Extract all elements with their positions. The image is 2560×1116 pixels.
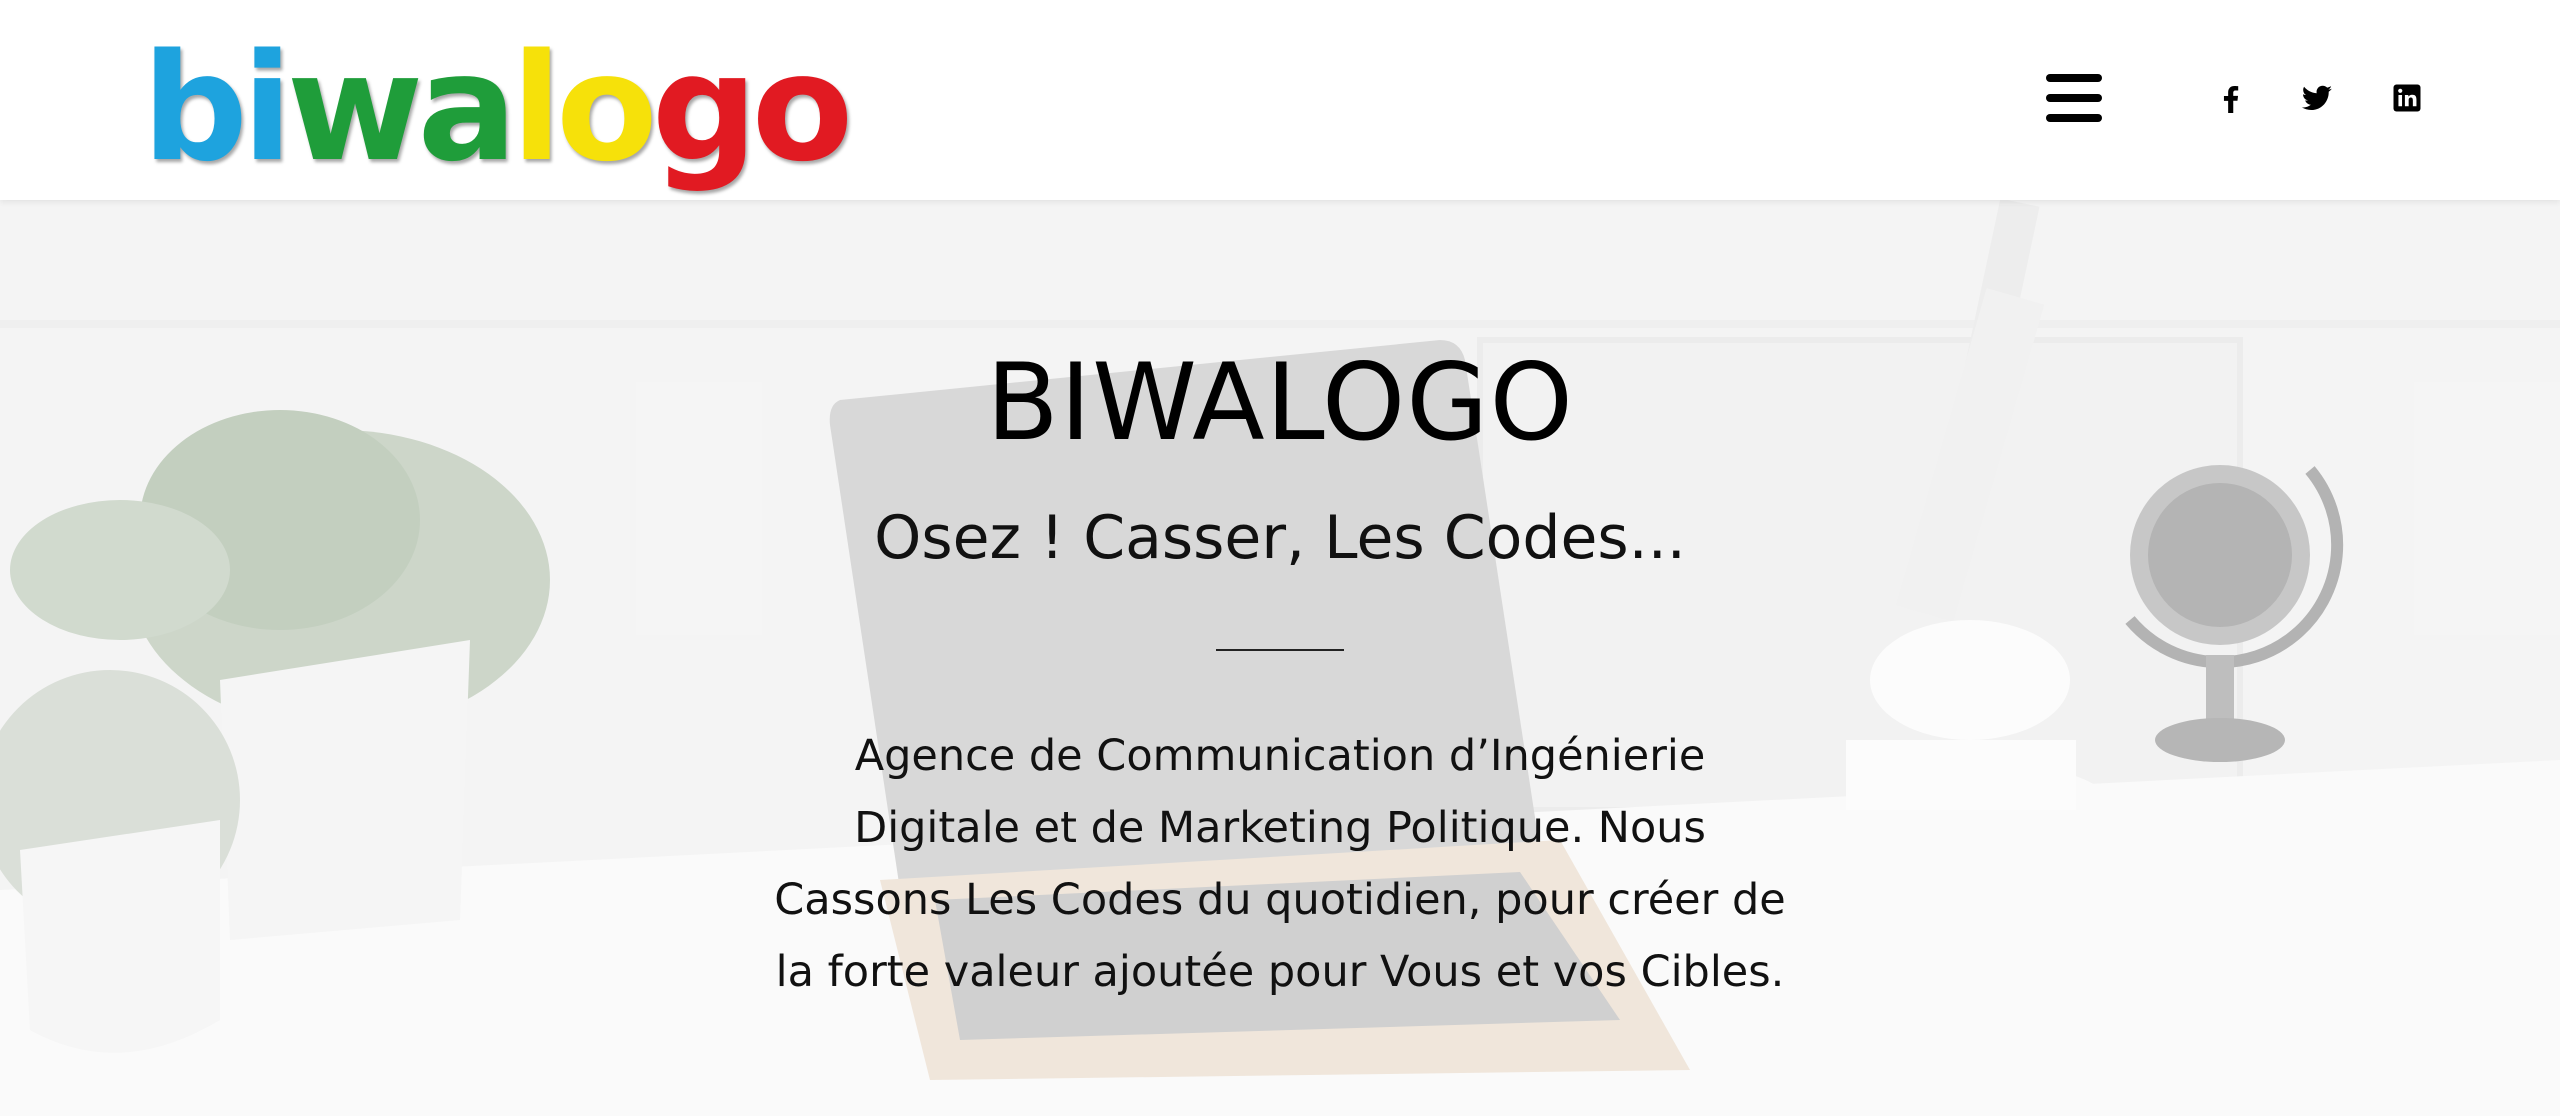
logo-letter: a bbox=[417, 22, 517, 194]
hero-title: BIWALOGO bbox=[986, 341, 1574, 464]
logo-letter: w bbox=[286, 22, 424, 194]
logo-letter: b bbox=[142, 22, 248, 194]
hero-description: Agence de Communication d’Ingénierie Dig… bbox=[774, 731, 1786, 997]
facebook-icon[interactable] bbox=[2213, 80, 2249, 116]
site-logo[interactable]: b i w a l o g o bbox=[142, 22, 854, 194]
hero-divider bbox=[1216, 649, 1344, 651]
hamburger-menu-icon[interactable] bbox=[2046, 70, 2102, 126]
logo-letter: l bbox=[511, 22, 562, 194]
twitter-icon[interactable] bbox=[2299, 80, 2335, 116]
logo-letter: o bbox=[556, 22, 658, 194]
logo-letter: i bbox=[241, 22, 293, 194]
hero-content: BIWALOGO Osez ! Casser, Les Codes... Age… bbox=[0, 200, 2560, 1116]
logo-letter: g bbox=[651, 22, 758, 194]
linkedin-icon[interactable] bbox=[2389, 80, 2425, 116]
menu-bar bbox=[2046, 74, 2102, 82]
menu-bar bbox=[2046, 114, 2102, 122]
site-header: b i w a l o g o bbox=[0, 0, 2560, 200]
menu-bar bbox=[2046, 94, 2102, 102]
logo-letter: o bbox=[751, 22, 854, 194]
hero-section: BIWALOGO Osez ! Casser, Les Codes... Age… bbox=[0, 200, 2560, 1116]
hero-subtitle: Osez ! Casser, Les Codes... bbox=[874, 503, 1686, 573]
